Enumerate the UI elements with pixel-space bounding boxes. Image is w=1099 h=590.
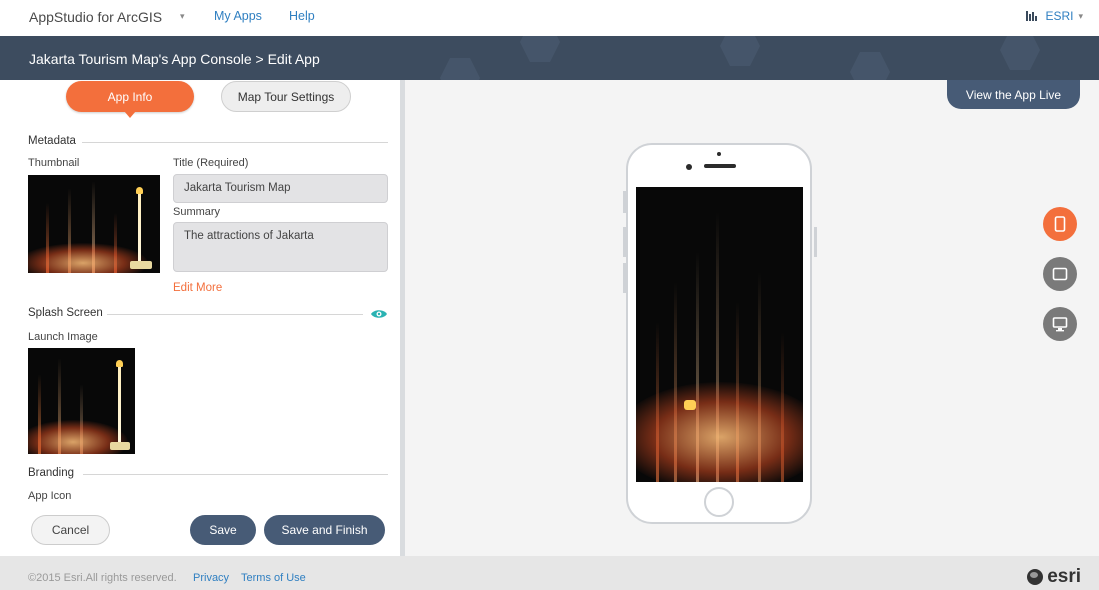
tablet-icon [1052, 267, 1068, 281]
footer: ©2015 Esri.All rights reserved. Privacy … [0, 556, 1099, 590]
app-title[interactable]: AppStudio for ArcGIS [29, 9, 162, 25]
hexagon-pattern-icon [850, 52, 890, 80]
metadata-heading: Metadata [28, 135, 76, 147]
monument-flame [684, 400, 696, 410]
phone-speaker [704, 164, 736, 168]
nav-help[interactable]: Help [289, 9, 315, 23]
nav-my-apps[interactable]: My Apps [214, 9, 262, 23]
phone-sensor [717, 152, 721, 156]
copyright-text: ©2015 Esri.All rights reserved. [28, 572, 177, 584]
thumbnail-label: Thumbnail [28, 157, 80, 169]
phone-side-button [623, 263, 626, 293]
esri-logo-text: esri [1047, 566, 1081, 587]
thumbnail-image[interactable] [28, 175, 160, 273]
tablet-view-button[interactable] [1043, 257, 1077, 291]
splash-screen-heading: Splash Screen [28, 307, 103, 319]
phone-view-button[interactable] [1043, 207, 1077, 241]
eye-icon[interactable] [370, 308, 388, 320]
hexagon-pattern-icon [520, 36, 560, 62]
edit-more-link[interactable]: Edit More [173, 282, 222, 294]
esri-logo[interactable]: esri [1027, 566, 1081, 588]
desktop-view-button[interactable] [1043, 307, 1077, 341]
summary-field[interactable]: The attractions of Jakarta [173, 222, 388, 272]
page-title: Jakarta Tourism Map's App Console > Edit… [29, 51, 320, 67]
summary-label: Summary [173, 206, 221, 218]
launch-image[interactable] [28, 348, 135, 454]
title-label: Title (Required) [173, 157, 249, 169]
section-divider [107, 314, 363, 315]
section-divider [83, 474, 388, 475]
section-divider [82, 142, 388, 143]
org-name: ESRI [1045, 9, 1074, 23]
phone-home-button [704, 487, 734, 517]
phone-side-button [814, 227, 817, 257]
save-button[interactable]: Save [190, 515, 256, 545]
launch-image-label: Launch Image [28, 331, 98, 343]
branding-heading: Branding [28, 467, 75, 479]
hexagon-pattern-icon [440, 58, 480, 80]
phone-icon [1054, 216, 1066, 232]
tab-app-info[interactable]: App Info [66, 81, 194, 118]
terms-of-use-link[interactable]: Terms of Use [241, 572, 306, 584]
privacy-link[interactable]: Privacy [193, 572, 229, 584]
chevron-down-icon[interactable]: ▾ [180, 11, 185, 22]
phone-side-button [623, 191, 626, 213]
hexagon-pattern-icon [1000, 36, 1040, 70]
tab-map-tour-settings[interactable]: Map Tour Settings [221, 81, 351, 112]
desktop-icon [1052, 316, 1068, 331]
top-bar: AppStudio for ArcGIS ▾ My Apps Help ESRI… [0, 0, 1099, 36]
chevron-down-icon: ▾ [1078, 10, 1083, 21]
phone-camera [686, 164, 692, 170]
phone-side-button [623, 227, 626, 257]
org-logo-icon [1026, 11, 1040, 21]
app-icon-label: App Icon [28, 490, 72, 502]
hexagon-pattern-icon [720, 36, 760, 66]
phone-screen-splash [636, 187, 803, 482]
page-banner: Jakarta Tourism Map's App Console > Edit… [0, 36, 1099, 80]
globe-icon [1027, 569, 1044, 585]
view-app-live-button[interactable]: View the App Live [947, 80, 1080, 109]
cancel-button[interactable]: Cancel [31, 515, 110, 545]
title-field[interactable]: Jakarta Tourism Map [173, 174, 388, 203]
org-menu[interactable]: ESRI ▾ [1026, 9, 1083, 23]
save-and-finish-button[interactable]: Save and Finish [264, 515, 385, 545]
